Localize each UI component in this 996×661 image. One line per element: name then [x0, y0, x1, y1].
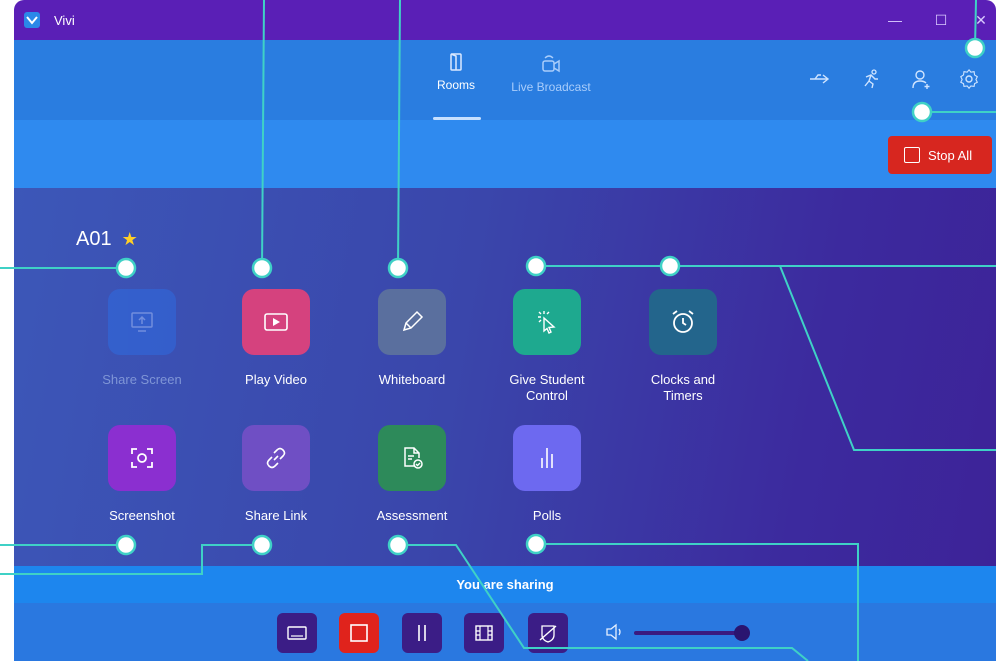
add-user-icon[interactable]: [908, 66, 934, 92]
film-button[interactable]: [464, 613, 504, 653]
stop-sharing-button[interactable]: [339, 613, 379, 653]
settings-gear-icon[interactable]: [956, 66, 982, 92]
screenshot-tile[interactable]: Screenshot: [72, 425, 212, 524]
screenshot-icon: [108, 425, 176, 491]
assessment-label: Assessment: [376, 508, 448, 523]
polls-tile[interactable]: Polls: [477, 425, 617, 524]
pause-icon: [418, 625, 426, 641]
room-panel: A01 ★ Share Screen Play Video Whiteboard: [14, 188, 996, 566]
share-link-label: Share Link: [244, 508, 308, 523]
maximize-button[interactable]: ☐: [926, 8, 956, 32]
tab-live-broadcast-label: Live Broadcast: [511, 80, 591, 94]
broadcast-camera-icon: [542, 55, 560, 73]
app-window: Vivi — ☐ ✕ Rooms Live Broadcast Stop All: [14, 0, 996, 661]
give-student-control-tile[interactable]: Give Student Control: [477, 289, 617, 404]
volume-slider-thumb[interactable]: [734, 625, 750, 641]
link-icon: [242, 425, 310, 491]
clocks-and-timers-label: Clocks and Timers: [650, 372, 716, 403]
pencil-icon: [378, 289, 446, 355]
play-video-icon: [242, 289, 310, 355]
whiteboard-label: Whiteboard: [378, 372, 446, 387]
share-screen-label: Share Screen: [102, 372, 182, 387]
stop-all-button[interactable]: Stop All: [888, 136, 992, 174]
tab-rooms-label: Rooms: [436, 78, 475, 92]
sharing-toolbar: [14, 603, 996, 661]
room-name: A01: [76, 228, 112, 250]
door-icon: [450, 53, 462, 71]
usb-icon[interactable]: [806, 66, 832, 92]
action-bar: [14, 120, 996, 188]
film-icon: [475, 625, 493, 641]
tab-rooms[interactable]: Rooms: [430, 52, 482, 92]
cursor-click-icon: [513, 289, 581, 355]
alarm-clock-icon: [649, 289, 717, 355]
speaker-icon[interactable]: [604, 622, 626, 642]
minimize-button[interactable]: —: [880, 8, 910, 32]
hide-button[interactable]: [528, 613, 568, 653]
stop-square-icon: [350, 624, 368, 642]
favorite-star-icon[interactable]: ★: [122, 229, 138, 250]
play-video-tile[interactable]: Play Video: [206, 289, 346, 388]
assessment-tile[interactable]: Assessment: [342, 425, 482, 524]
window-title: Vivi: [54, 13, 75, 28]
stop-all-label: Stop All: [928, 147, 973, 163]
hide-eye-icon: [539, 625, 557, 643]
screen-button[interactable]: [277, 613, 317, 653]
play-video-label: Play Video: [245, 372, 307, 387]
room-header: A01 ★: [76, 228, 138, 251]
pause-button[interactable]: [402, 613, 442, 653]
share-screen-tile[interactable]: Share Screen: [72, 289, 212, 388]
vivi-logo-icon: [24, 12, 40, 28]
share-screen-icon: [108, 289, 176, 355]
volume-slider[interactable]: [634, 631, 742, 635]
give-student-control-label: Give Student Control: [509, 372, 585, 403]
stop-square-icon: [904, 147, 920, 163]
tab-live-broadcast[interactable]: Live Broadcast: [506, 52, 596, 94]
clocks-and-timers-tile[interactable]: Clocks and Timers: [613, 289, 753, 404]
bar-chart-icon: [513, 425, 581, 491]
whiteboard-tile[interactable]: Whiteboard: [342, 289, 482, 388]
top-navigation: Rooms Live Broadcast: [14, 40, 996, 120]
sharing-status-bar: You are sharing: [14, 566, 996, 603]
screen-icon: [287, 626, 307, 640]
running-person-icon[interactable]: [858, 66, 884, 92]
title-bar: Vivi — ☐ ✕: [14, 0, 996, 40]
document-check-icon: [378, 425, 446, 491]
share-link-tile[interactable]: Share Link: [206, 425, 346, 524]
polls-label: Polls: [532, 508, 562, 523]
close-button[interactable]: ✕: [966, 8, 996, 32]
screenshot-label: Screenshot: [109, 508, 175, 523]
